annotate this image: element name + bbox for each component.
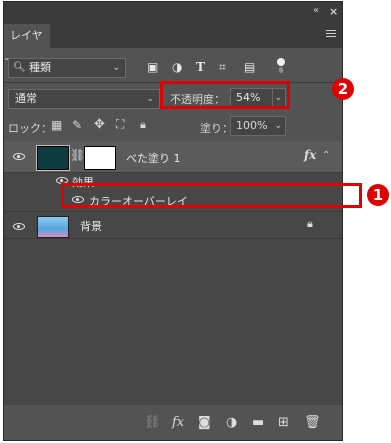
chevron-down-icon: ⌄ — [112, 63, 120, 73]
fill-label: 塗り： — [200, 122, 233, 135]
lock-all-icon[interactable]: 🔒︎ — [140, 118, 146, 132]
fill-field[interactable]: 100% ⌄ — [230, 116, 286, 136]
type-layer-filter-icon[interactable]: T — [196, 60, 205, 74]
filter-kind-label: 種類 — [29, 61, 51, 74]
layers-bottom-toolbar: ⛓ fx ◙ ◑ ▬ ⊞ 🗑︎ — [4, 406, 342, 440]
lock-transparent-pixels-icon[interactable]: ▦ — [51, 118, 62, 132]
layer-row-background[interactable]: 背景 🔒︎ — [4, 211, 342, 239]
blend-mode-dropdown[interactable]: 通常 ⌄ — [8, 89, 160, 109]
lock-icon: 🔒︎ — [307, 217, 313, 230]
visibility-eye-icon[interactable] — [13, 153, 25, 160]
annotation-badge-1: 1 — [367, 184, 389, 206]
shape-layer-filter-icon[interactable]: ⌗ — [219, 60, 226, 75]
panel-tab-row: レイヤー — [4, 24, 342, 66]
link-layers-icon[interactable]: ⛓ — [144, 415, 161, 430]
highlight-opacity-box — [160, 81, 290, 109]
add-mask-icon[interactable]: ◙ — [198, 415, 211, 430]
pixel-layer-filter-icon[interactable]: ▣ — [147, 60, 158, 74]
panel-title-bar: « × — [4, 2, 342, 24]
layer-name[interactable]: 背景 — [80, 218, 102, 234]
layer-name[interactable]: べた塗り 1 — [126, 150, 181, 166]
filter-kind-dropdown[interactable]: 🔍︎ 種類 ⌄ — [8, 58, 126, 78]
visibility-eye-icon[interactable] — [13, 223, 25, 230]
new-group-icon[interactable]: ▬ — [252, 415, 264, 430]
tab-layers[interactable]: レイヤー — [4, 24, 50, 66]
collapse-effects-icon[interactable]: ⌃ — [322, 150, 330, 161]
layer-row-solid-fill[interactable]: ⛓ べた塗り 1 fx ⌃ — [4, 141, 342, 173]
close-panel-icon[interactable]: × — [329, 5, 338, 18]
delete-layer-icon[interactable]: 🗑︎ — [304, 415, 321, 430]
layers-panel: « × レイヤー 🔍︎ 種類 ⌄ ▣ ◑ T ⌗ ▤ 通常 ⌄ 不透明度： 54… — [3, 1, 343, 441]
add-layer-style-icon[interactable]: fx — [172, 415, 184, 430]
chevron-down-icon: ⌄ — [274, 121, 282, 131]
layer-list: ⛓ べた塗り 1 fx ⌃ 効果 カラーオーバーレイ 背景 🔒︎ — [4, 141, 342, 405]
new-layer-icon[interactable]: ⊞ — [278, 415, 289, 430]
background-thumbnail[interactable] — [37, 216, 69, 238]
new-adjustment-layer-icon[interactable]: ◑ — [226, 415, 237, 430]
blend-mode-value: 通常 — [15, 92, 37, 105]
chevron-down-icon: ⌄ — [146, 94, 154, 104]
fx-indicator-icon[interactable]: fx — [304, 148, 316, 162]
fill-value: 100% — [236, 119, 268, 132]
lock-position-icon[interactable]: ✥ — [94, 117, 105, 132]
collapse-panel-icon[interactable]: « — [313, 5, 319, 16]
highlight-color-overlay-box — [61, 183, 362, 208]
solid-fill-thumbnail[interactable] — [36, 145, 70, 171]
smart-object-filter-icon[interactable]: ▤ — [244, 60, 255, 74]
prevent-auto-nesting-icon[interactable]: ⛶ — [116, 117, 124, 132]
search-icon: 🔍︎ — [13, 62, 26, 73]
lock-image-pixels-icon[interactable]: ✎ — [72, 118, 82, 132]
layer-mask-thumbnail[interactable] — [84, 146, 116, 170]
filter-toggle-switch[interactable] — [277, 58, 285, 74]
link-icon[interactable]: ⛓ — [70, 148, 85, 162]
adjustment-layer-filter-icon[interactable]: ◑ — [172, 60, 182, 74]
annotation-badge-2: 2 — [332, 78, 354, 100]
lock-label: ロック： — [8, 122, 52, 135]
panel-menu-icon[interactable] — [326, 30, 336, 39]
